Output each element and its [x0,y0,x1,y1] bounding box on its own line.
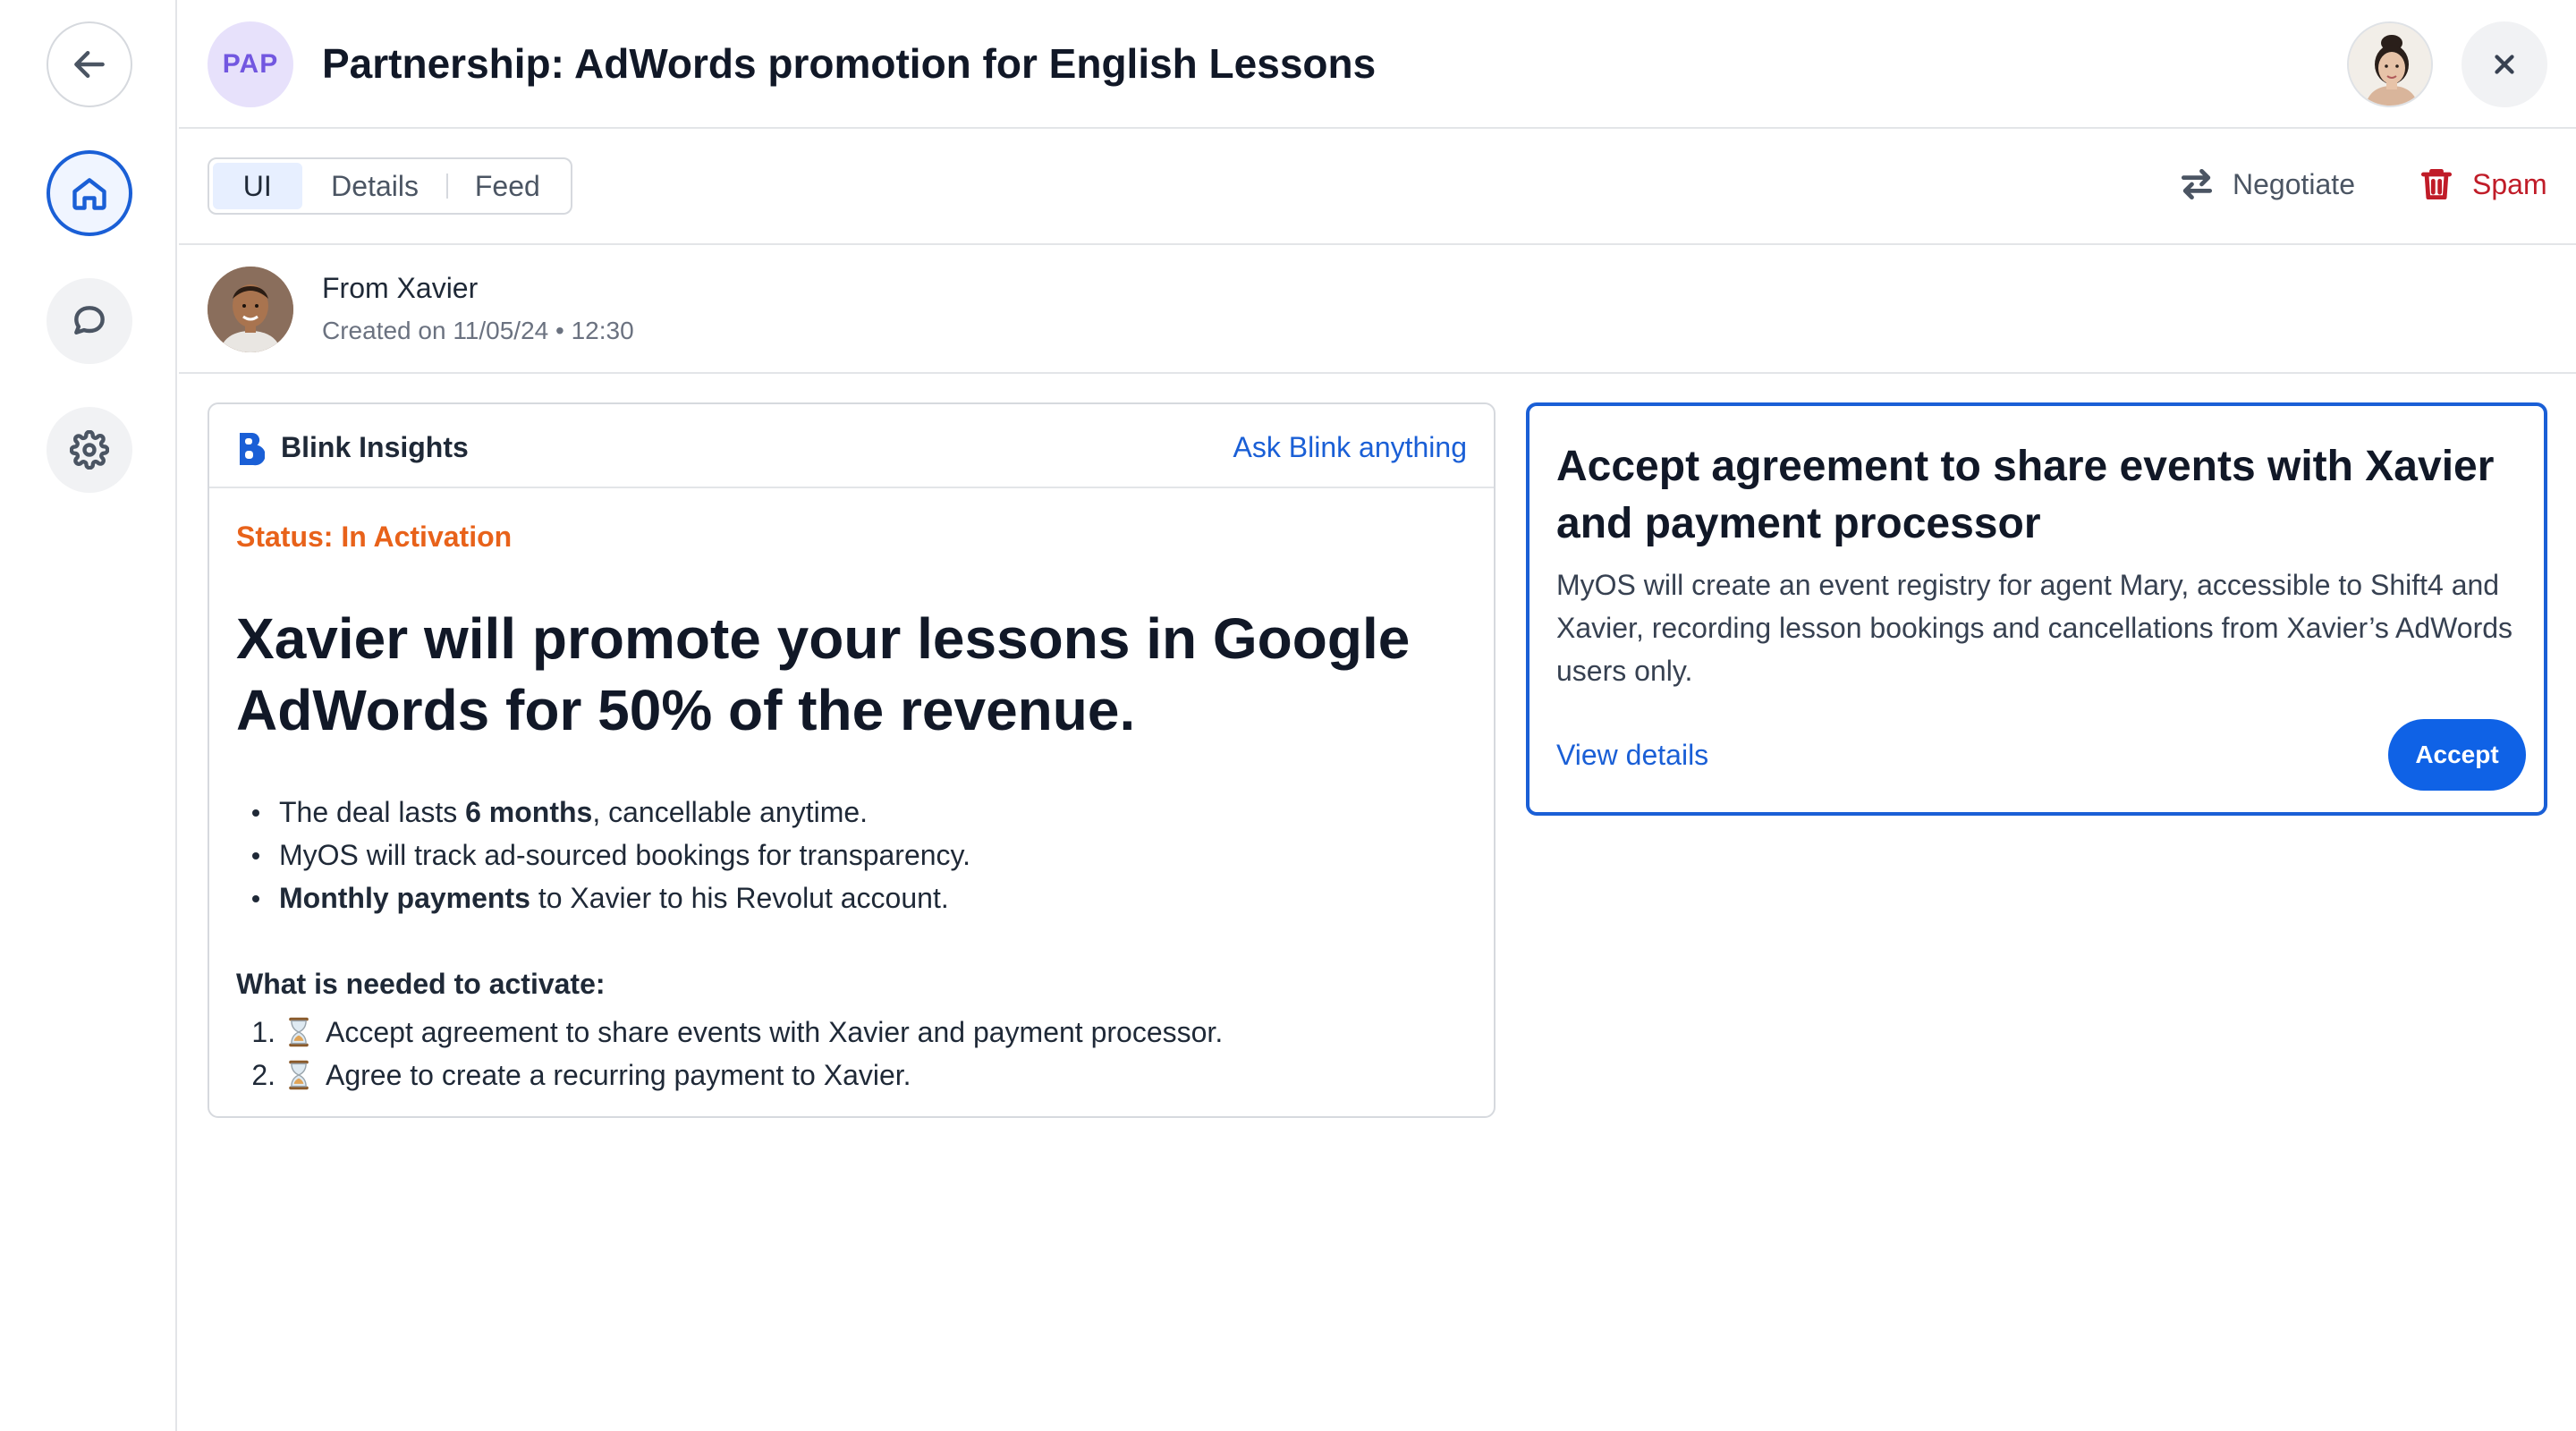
status-label: Status: In Activation [236,521,513,553]
list-item: MyOS will track ad-sourced bookings for … [236,834,970,876]
chat-bubble-icon [74,306,105,335]
back-button[interactable] [47,21,132,107]
deal-bullets: The deal lasts 6 months, cancellable any… [236,791,970,919]
ask-blink-link[interactable]: Ask Blink anything [1233,431,1467,464]
category-badge: PAP [208,21,293,107]
blink-logo-icon [240,432,265,466]
close-icon [2495,55,2514,74]
home-icon [72,178,106,210]
nav-chat-button[interactable] [47,278,132,364]
agreement-description: MyOS will create an event registry for a… [1556,569,2513,687]
created-timestamp: Created on 11/05/24 • 12:30 [322,317,634,344]
user-avatar[interactable] [2347,21,2433,107]
sender-row: From Xavier Created on 11/05/24 • 12:30 [179,245,2576,374]
tab-feed[interactable]: Feed [448,163,567,209]
nav-home-button[interactable] [47,150,132,236]
view-tabs: UI Details Feed [208,157,572,215]
tab-ui[interactable]: UI [213,163,302,209]
deal-headline: Xavier will promote your lessons in Goog… [236,606,1411,742]
sender-avatar-image [208,267,293,352]
close-button[interactable] [2462,21,2547,107]
negotiate-label: Negotiate [2233,167,2355,200]
sender-avatar[interactable] [208,267,293,352]
left-rail [0,0,177,1431]
nav-settings-button[interactable] [47,407,132,493]
tab-details[interactable]: Details [302,163,448,209]
accept-agreement-card: Accept agreement to share events with Xa… [1526,402,2547,816]
negotiate-button[interactable]: Negotiate [2177,165,2355,204]
insights-header: Blink Insights Ask Blink anything [209,404,1494,488]
activation-steps: 1. Accept agreement to share events with… [236,1011,1223,1097]
arrow-left-icon [74,50,105,79]
list-item: The deal lasts 6 months, cancellable any… [236,791,970,834]
toolbar: UI Details Feed Negotiate Spam [179,129,2576,245]
agreement-title: Accept agreement to share events with Xa… [1556,443,2495,547]
user-avatar-image [2349,23,2431,106]
list-item: 2. Agree to create a recurring payment t… [251,1059,911,1091]
hourglass-icon [289,1017,309,1047]
activation-requirements-title: What is needed to activate: [236,968,606,1000]
insights-title: Blink Insights [281,431,469,463]
gear-icon [70,430,109,470]
list-item: Monthly payments to Xavier to his Revolu… [236,876,970,919]
view-details-link[interactable]: View details [1556,739,1708,772]
spam-label: Spam [2472,167,2547,200]
spam-button[interactable]: Spam [2417,165,2547,204]
insights-card: Blink Insights Ask Blink anything Status… [208,402,1496,1118]
hourglass-icon [289,1060,309,1090]
trash-icon [2420,168,2453,200]
sender-name: From Xavier [322,272,479,304]
swap-arrows-icon [2181,168,2213,200]
page-title: Partnership: AdWords promotion for Engli… [322,40,1377,87]
accept-button[interactable]: Accept [2388,719,2526,791]
list-item: 1. Accept agreement to share events with… [251,1016,1224,1048]
header: PAP Partnership: AdWords promotion for E… [179,0,2576,129]
